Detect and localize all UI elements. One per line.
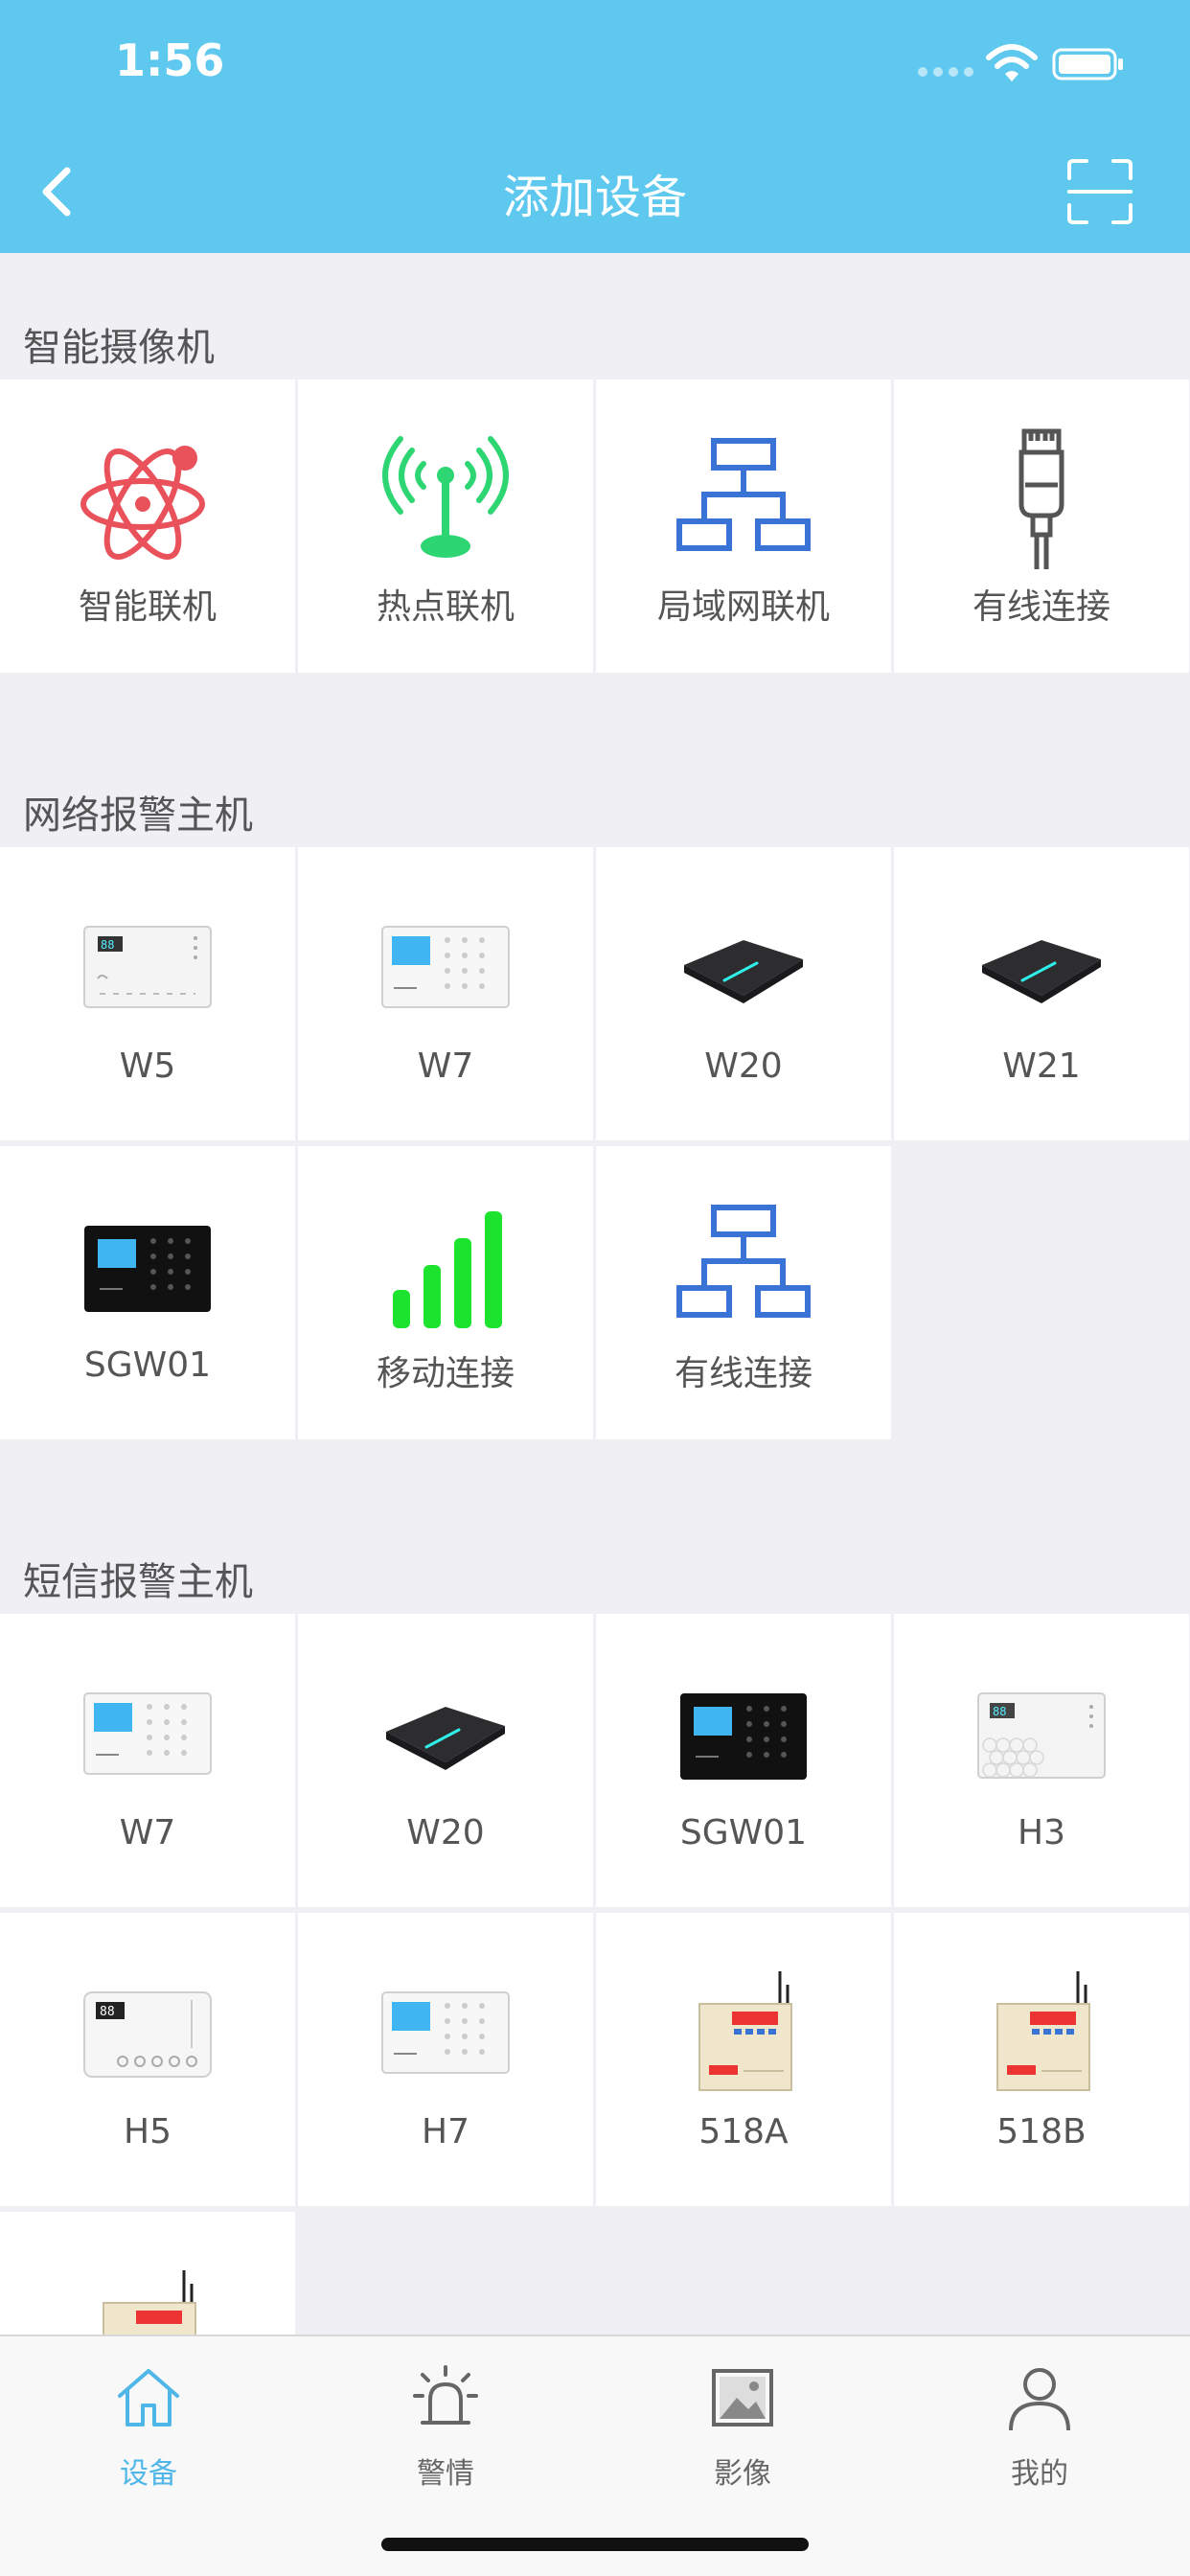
tab-devices[interactable]: 设备 [0,2356,297,2499]
device-h3-image: 88 [977,1692,1106,1779]
item-label: H3 [1018,1813,1065,1852]
item-label: SGW01 [83,1346,212,1385]
device-w21-image [982,940,1101,1003]
lan-icon [676,438,811,551]
item-label: 局域网联机 [656,587,830,627]
item-label: H7 [422,2112,469,2151]
item-label: 518B [996,2112,1087,2151]
image-gallery-icon [712,2369,773,2426]
sms-item-h7[interactable]: H7 [298,1913,593,2206]
status-time: 1:56 [115,34,225,86]
device-h5-image: 88 [83,1991,212,2078]
device-w20-image [386,1707,505,1770]
camera-item-smart-link[interactable]: 智能联机 [0,380,295,673]
tab-alarms[interactable]: 警情 [297,2356,594,2499]
section-title-sms: 短信报警主机 [23,1560,253,1604]
item-label: W7 [119,1813,176,1852]
item-label: W21 [1002,1046,1081,1086]
device-w5-image: 88 [83,926,212,1008]
smart-link-icon [80,446,205,561]
item-label: 移动连接 [376,1354,515,1393]
camera-item-ethernet[interactable]: 有线连接 [894,380,1189,673]
alarm-siren-icon [413,2365,478,2425]
home-indicator [381,2538,809,2551]
user-icon [1009,2368,1070,2431]
item-label: W20 [406,1813,485,1852]
network-item-w20[interactable]: W20 [596,847,891,1140]
device-518a-image [698,1971,792,2091]
section-title-camera: 智能摄像机 [23,326,215,370]
cellular-icon [393,1211,502,1328]
sms-item-518a[interactable]: 518A [596,1913,891,2206]
ethernet-icon [1018,428,1064,569]
sms-item-518b[interactable]: 518B [894,1913,1189,2206]
sms-item-h5[interactable]: 88 H5 [0,1913,295,2206]
sms-item-h3[interactable]: 88 H3 [894,1614,1189,1907]
hotspot-icon [382,436,509,558]
device-w7-image [381,926,510,1008]
tab-profile[interactable]: 我的 [891,2356,1188,2499]
section-title-network: 网络报警主机 [23,794,253,838]
tab-label: 设备 [120,2457,177,2491]
device-518b-image [996,1971,1090,2091]
network-item-w21[interactable]: W21 [894,847,1189,1140]
device-h7-image [381,1991,510,2074]
network-item-w7[interactable]: W7 [298,847,593,1140]
sms-item-sgw01[interactable]: SGW01 [596,1614,891,1907]
network-item-sgw01[interactable]: SGW01 [0,1146,295,1439]
item-label: 智能联机 [78,587,217,627]
item-label: H5 [124,2112,172,2151]
item-label: W7 [417,1046,474,1086]
network-item-cellular[interactable]: 移动连接 [298,1146,593,1439]
network-item-w5[interactable]: 88 W5 [0,847,295,1140]
tab-label: 我的 [1011,2457,1068,2491]
device-sgw01-image [680,1693,807,1780]
svg-text:88: 88 [101,938,114,952]
tab-label: 警情 [417,2457,474,2491]
item-label: SGW01 [679,1813,808,1852]
sms-item-w7[interactable]: W7 [0,1614,295,1907]
page-title: 添加设备 [502,171,687,224]
sms-item-w20[interactable]: W20 [298,1614,593,1907]
device-w20-image [684,940,803,1003]
device-sgw01-image [84,1226,211,1312]
item-label: 有线连接 [972,587,1110,627]
svg-text:88: 88 [100,2005,115,2019]
item-label: 518A [698,2112,789,2151]
battery-icon [1052,48,1123,80]
item-label: W20 [704,1046,783,1086]
nav-header: 1:56 添加设备 [0,0,1190,253]
wifi-icon [986,44,1038,81]
item-label: 热点联机 [376,587,515,627]
network-item-wired[interactable]: 有线连接 [596,1146,891,1439]
lan-icon [676,1205,811,1318]
camera-item-lan[interactable]: 局域网联机 [596,380,891,673]
cellular-signal-icon [918,67,975,79]
camera-item-hotspot[interactable]: 热点联机 [298,380,593,673]
tab-images[interactable]: 影像 [594,2356,891,2499]
svg-text:88: 88 [993,1705,1006,1718]
scan-button[interactable] [1062,153,1138,230]
home-icon [118,2369,179,2426]
tab-label: 影像 [714,2457,771,2491]
item-label: 有线连接 [674,1354,812,1393]
item-label: W5 [119,1046,176,1086]
device-w7-image [83,1692,212,1775]
